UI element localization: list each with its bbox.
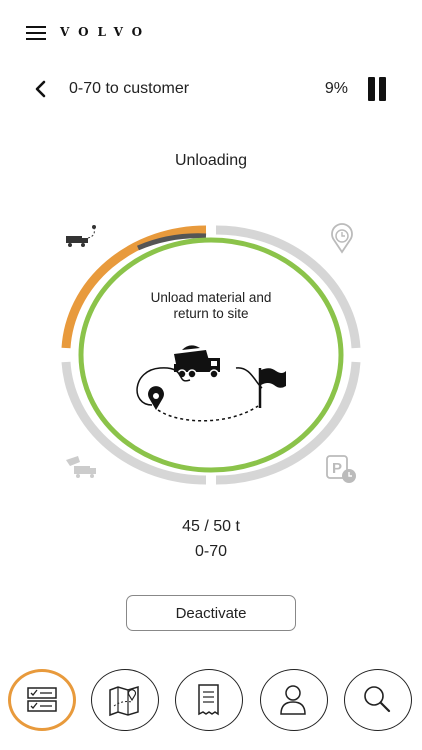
ring-current-step xyxy=(78,237,344,473)
ring-segment-top-left xyxy=(61,225,207,349)
back-arrow-icon[interactable] xyxy=(32,80,50,98)
route-title: 0-70 to customer xyxy=(69,80,190,97)
instruction-line-1: Unload material and xyxy=(150,290,272,305)
location-pin-icon xyxy=(148,386,164,410)
route-path-dashed xyxy=(157,405,259,422)
load-weight: 45 / 50 t xyxy=(182,518,240,535)
nav-search[interactable] xyxy=(344,669,412,731)
material-code: 0-70 xyxy=(194,543,228,560)
brand-logo: VOLVO xyxy=(60,25,152,39)
unloading-truck-icon xyxy=(174,345,220,379)
svg-text:P: P xyxy=(332,460,342,477)
activity-status: Unloading xyxy=(174,152,248,169)
clock-location-icon xyxy=(331,223,353,254)
menu-icon[interactable] xyxy=(26,26,46,40)
instruction-line-2: return to site xyxy=(173,306,249,321)
ring-segment-top-right xyxy=(215,225,361,349)
search-icon xyxy=(364,686,391,713)
ring-segment-bottom-left xyxy=(61,361,207,485)
profile-icon xyxy=(280,685,306,715)
deactivate-button[interactable]: Deactivate xyxy=(126,595,296,631)
loading-truck-icon xyxy=(66,456,96,478)
destination-flag-icon xyxy=(258,368,286,408)
receipt-icon xyxy=(198,684,219,716)
map-icon xyxy=(109,685,139,717)
parking-timer-icon: P xyxy=(326,455,356,483)
pause-icon[interactable] xyxy=(366,77,388,101)
truck-location-icon xyxy=(66,225,96,247)
activity-instruction: Unload material and return to site xyxy=(131,290,291,322)
nav-receipt[interactable] xyxy=(175,669,243,731)
progress-percent: 9% xyxy=(324,80,348,97)
nav-profile[interactable] xyxy=(260,669,328,731)
activity-ring: P xyxy=(61,223,361,485)
nav-checklist[interactable] xyxy=(8,669,76,731)
checklist-icon xyxy=(27,687,57,712)
nav-map[interactable] xyxy=(91,669,159,731)
